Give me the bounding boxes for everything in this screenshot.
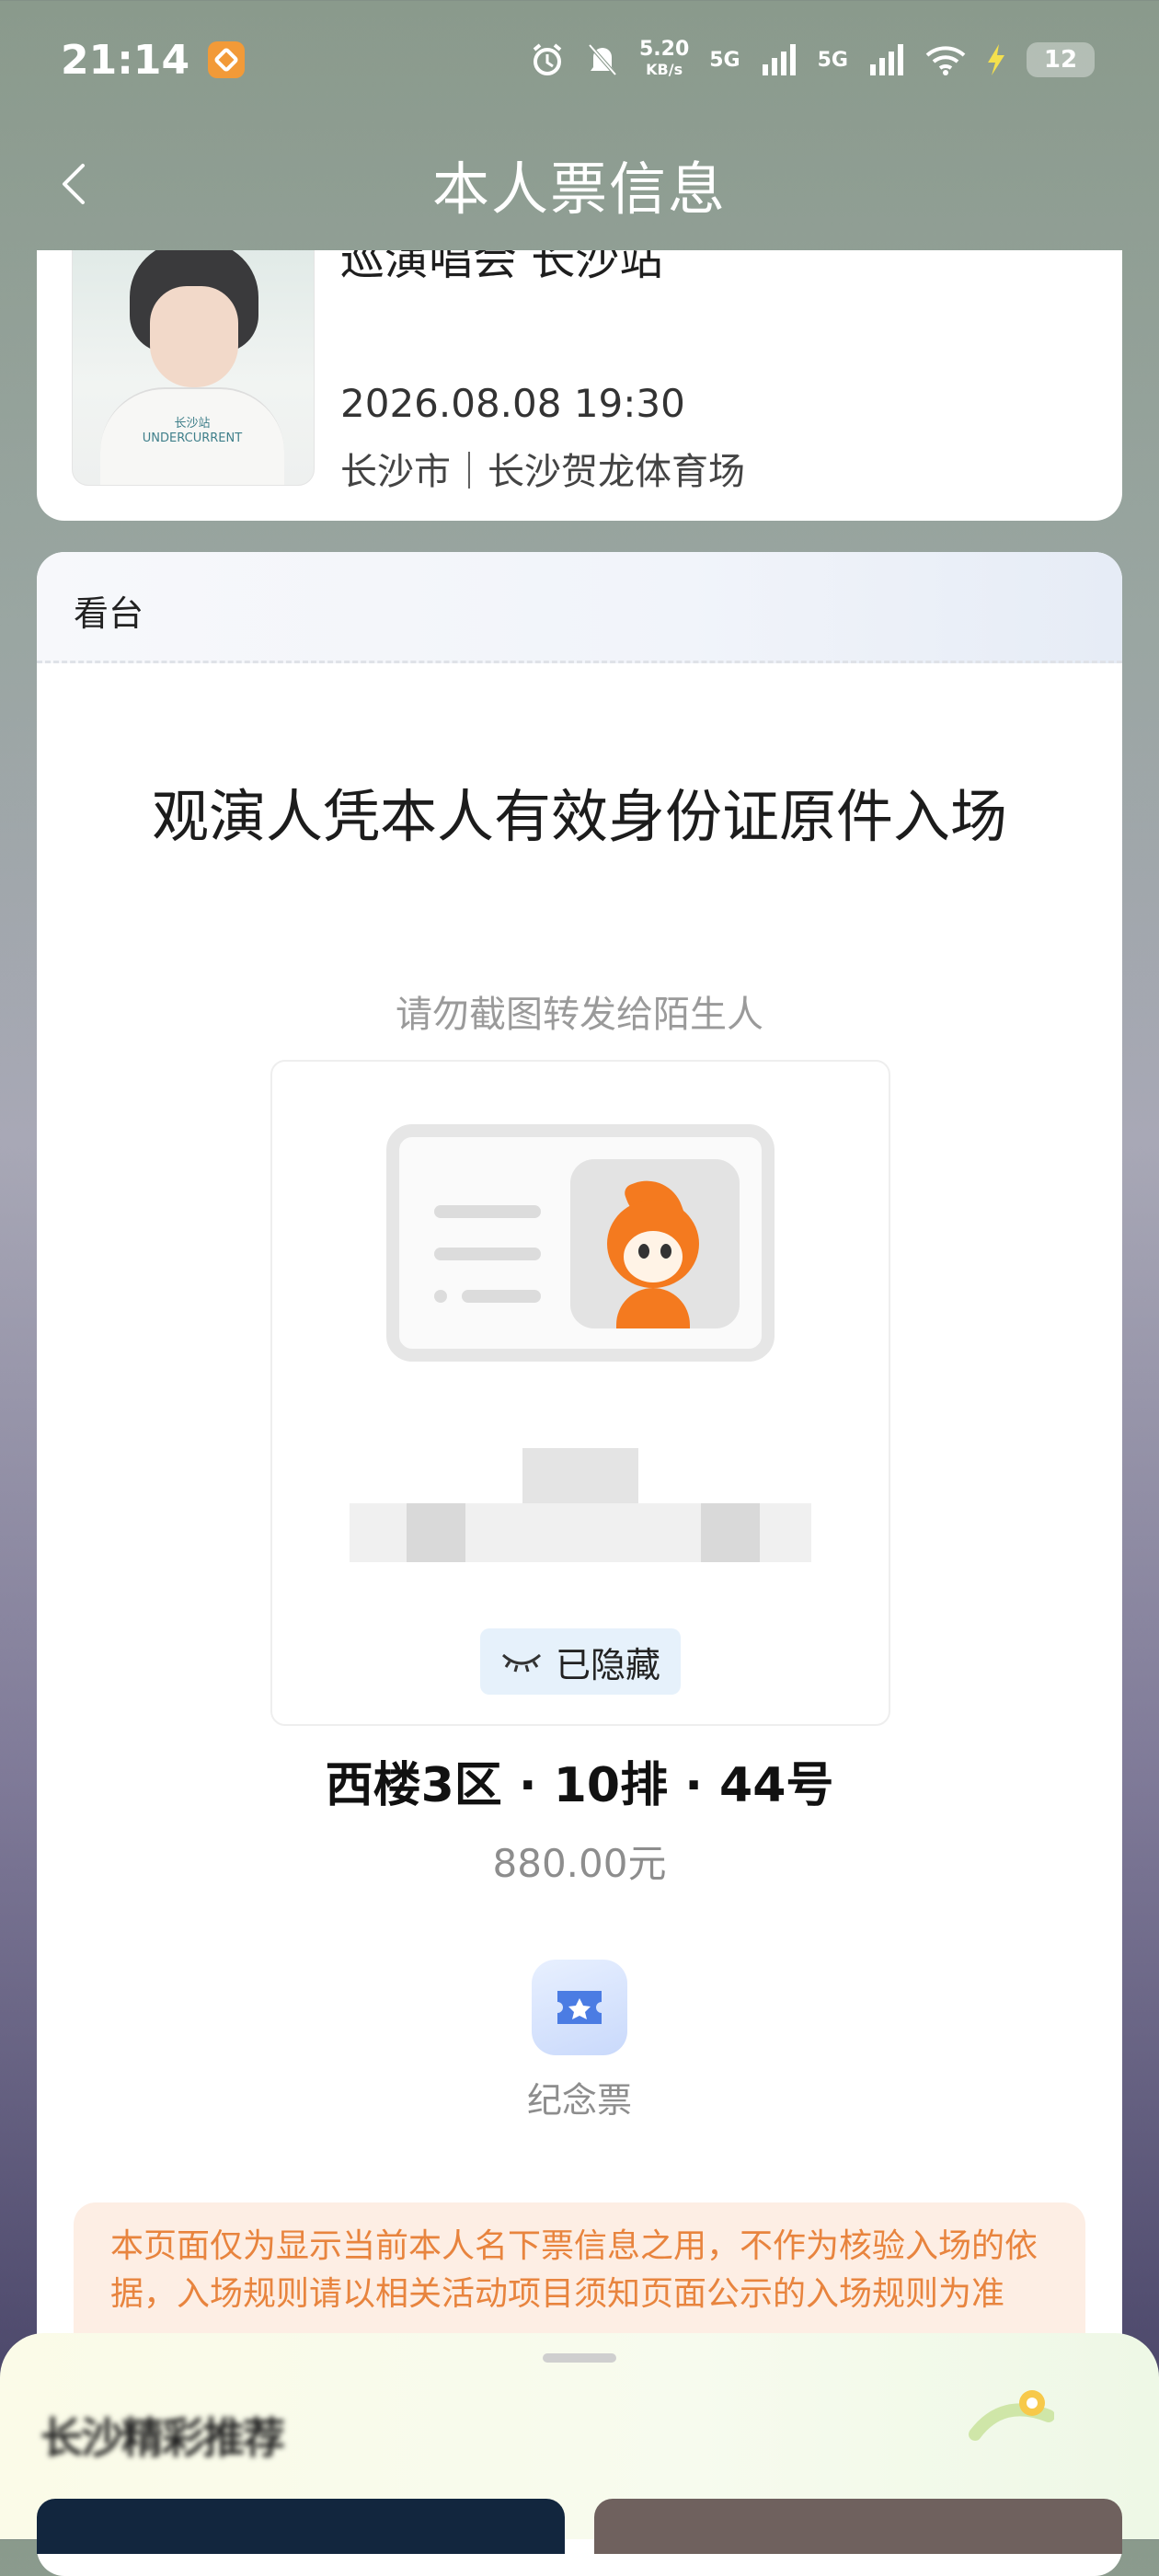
- mute-bell-icon: [588, 43, 617, 76]
- screenshot-warning: 请勿截图转发给陌生人: [396, 994, 763, 1036]
- mascot-face: [624, 1231, 683, 1282]
- mascot-eye: [660, 1244, 671, 1259]
- alarm-icon: [533, 43, 562, 75]
- ticket-card: 看台 观演人凭本人有效身份证原件入场 请勿截图转发给陌生人 已隐藏 西楼3区 ·…: [37, 552, 1122, 2576]
- event-datetime: 2026.08.08 19:30: [340, 381, 685, 426]
- ticket-price: 880.00元: [492, 1841, 667, 1886]
- id-card-illustration: [386, 1124, 775, 1362]
- net-speed: 5.20 KB/s: [639, 40, 689, 80]
- ticket-star-icon: [557, 1991, 602, 2024]
- eye-closed-icon: [501, 1653, 541, 1673]
- entry-notice: 观演人凭本人有效身份证原件入场: [151, 783, 1007, 850]
- id-line: [434, 1248, 541, 1260]
- event-poster: 长沙站 UNDERCURRENT: [72, 250, 315, 486]
- poster-text: 长沙站 UNDERCURRENT: [137, 417, 247, 446]
- id-line: [434, 1290, 447, 1303]
- status-bar: 21:14 5.20 KB/s 5G 5G 12: [0, 0, 1159, 120]
- hidden-toggle-button[interactable]: 已隐藏: [480, 1628, 681, 1695]
- nav-bar: 本人票信息: [0, 120, 1159, 248]
- back-arrow-icon[interactable]: [50, 158, 101, 210]
- souvenir-ticket-button[interactable]: [532, 1960, 627, 2055]
- poster-city: 长沙站: [174, 417, 211, 431]
- sheet-drag-handle[interactable]: [543, 2353, 616, 2363]
- status-right: 5.20 KB/s 5G 5G 12: [529, 40, 1095, 80]
- sheet-title: 长沙精彩推荐: [40, 2413, 285, 2463]
- status-left: 21:14: [61, 36, 246, 84]
- masked-name: [522, 1448, 638, 1507]
- sim2-label: 5G: [817, 48, 848, 72]
- mascot-body: [616, 1288, 690, 1328]
- status-time: 21:14: [61, 36, 190, 84]
- wifi-icon: [925, 46, 966, 75]
- signal-icon: [762, 44, 796, 75]
- ticket-zone: 看台: [74, 593, 144, 634]
- signal-icon-2: [870, 44, 903, 75]
- mascot-eye: [638, 1244, 649, 1259]
- masked-id-segment: [701, 1503, 760, 1562]
- hidden-label: 已隐藏: [555, 1644, 660, 1685]
- recommendation-thumbnail[interactable]: [37, 2499, 565, 2554]
- net-speed-value: 5.20: [638, 38, 690, 61]
- id-photo: [570, 1159, 740, 1328]
- net-speed-unit: KB/s: [646, 61, 683, 78]
- recommendation-thumbnail[interactable]: [594, 2499, 1122, 2554]
- souvenir-label: 纪念票: [526, 2080, 632, 2121]
- charging-icon: [988, 44, 1004, 75]
- event-card[interactable]: 长沙站 UNDERCURRENT 巡演唱会 长沙站 2026.08.08 19:…: [37, 250, 1122, 521]
- map-pin-icon: [969, 2390, 1054, 2441]
- recommendation-sheet[interactable]: 长沙精彩推荐: [0, 2333, 1159, 2554]
- poster-face: [150, 286, 238, 387]
- seat-info: 西楼3区 · 10排 · 44号: [325, 1758, 834, 1813]
- sim1-label: 5G: [709, 48, 740, 72]
- masked-id-segment: [407, 1503, 465, 1562]
- id-line: [462, 1290, 541, 1303]
- id-line: [434, 1205, 541, 1218]
- ticket-header: 看台: [37, 552, 1122, 663]
- event-venue: 长沙市｜长沙贺龙体育场: [340, 451, 745, 493]
- app-notification-icon: [208, 41, 246, 78]
- poster-brand: UNDERCURRENT: [142, 431, 243, 445]
- id-panel: 已隐藏: [270, 1060, 890, 1726]
- event-title: 巡演唱会 长沙站: [340, 250, 664, 285]
- battery-indicator: 12: [1027, 42, 1095, 77]
- page-title: 本人票信息: [431, 155, 727, 223]
